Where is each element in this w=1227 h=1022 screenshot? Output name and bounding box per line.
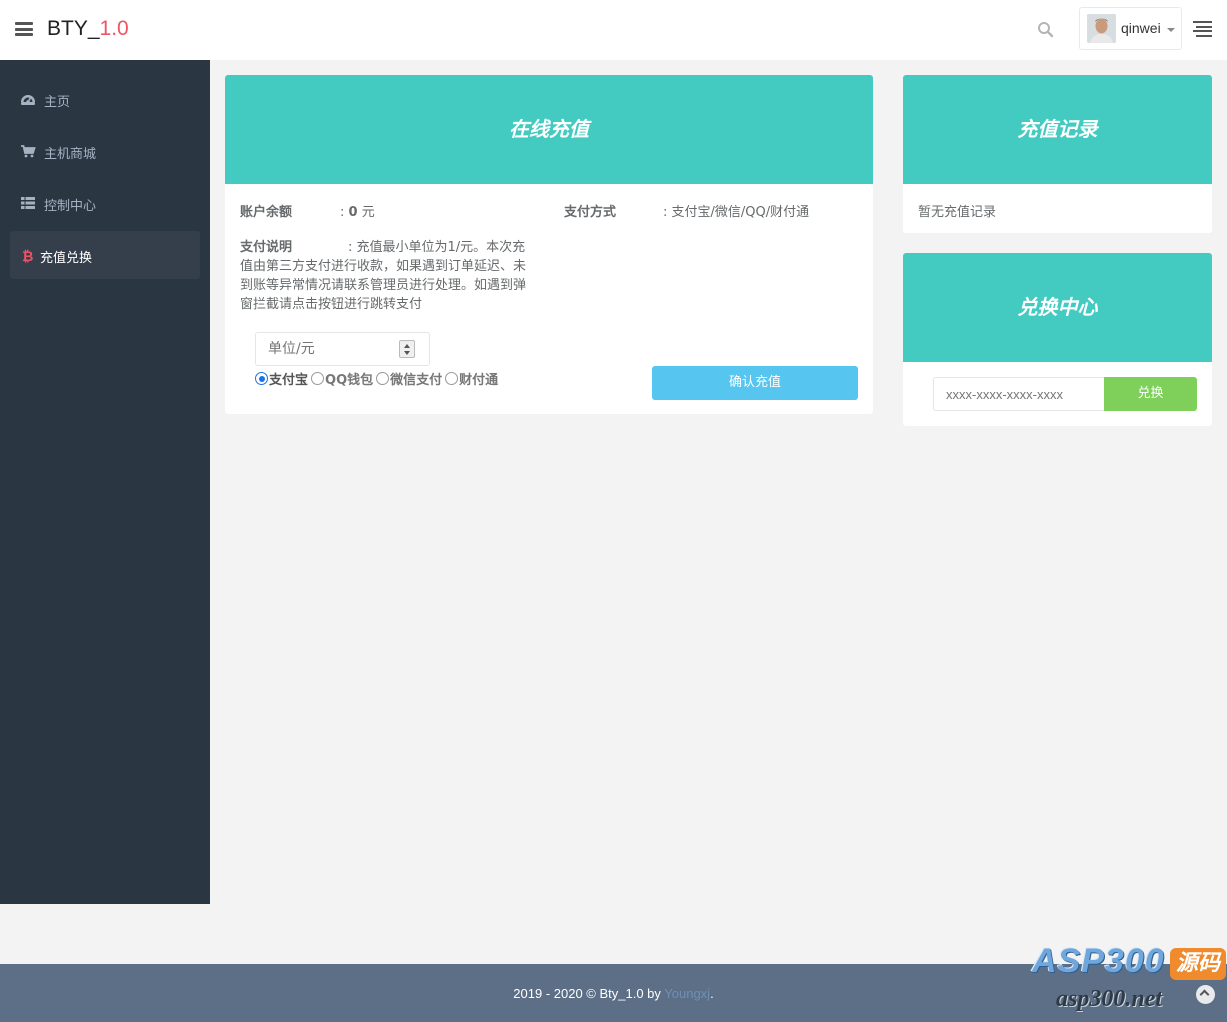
panel-title: 充值记录 xyxy=(903,75,1212,184)
balance-value: : 0 元 xyxy=(340,201,375,220)
dashboard-icon xyxy=(21,95,35,105)
sidebar-item-label: 控制中心 xyxy=(44,199,97,214)
pay-method-label: 支付方式 xyxy=(564,205,617,220)
exchange-code-input[interactable] xyxy=(933,377,1106,411)
bitcoin-icon: ₿ xyxy=(22,249,33,263)
user-name: qinwei xyxy=(1121,20,1161,36)
amount-stepper[interactable] xyxy=(399,340,415,358)
pay-method-value: : 支付宝/微信/QQ/财付通 xyxy=(663,205,810,220)
top-navbar: BTY_1.0 qinwei xyxy=(0,0,1227,60)
brand-version: 1.0 xyxy=(99,17,129,40)
empty-records-text: 暂无充值记录 xyxy=(918,205,997,220)
back-to-top-icon[interactable] xyxy=(1196,985,1215,1004)
menu-toggle-icon[interactable] xyxy=(15,22,33,36)
radio-wechat-pay[interactable] xyxy=(376,372,390,385)
avatar xyxy=(1087,14,1116,43)
chevron-down-icon xyxy=(1167,28,1175,32)
footer-author-link[interactable]: Youngxj xyxy=(664,986,710,1001)
brand-prefix: BTY_ xyxy=(47,17,100,40)
balance-prefix: : xyxy=(340,205,349,220)
search-icon[interactable] xyxy=(1037,21,1054,38)
sidebar-item-label: 主页 xyxy=(44,95,71,110)
panel-title: 在线充值 xyxy=(225,75,873,184)
sidebar: 主页 主机商城 控制中心 ₿ 充值兑换 xyxy=(0,60,210,904)
desc-label: 支付说明 xyxy=(240,240,293,255)
radio-label[interactable]: QQ钱包 xyxy=(325,369,373,388)
sidebar-item-shop[interactable]: 主机商城 xyxy=(10,127,200,175)
radio-label[interactable]: 微信支付 xyxy=(390,369,442,388)
radio-qq-wallet[interactable] xyxy=(311,372,325,385)
recharge-records-panel: 充值记录 暂无充值记录 xyxy=(903,75,1212,233)
exchange-button[interactable]: 兑换 xyxy=(1104,377,1197,411)
sidebar-item-control-center[interactable]: 控制中心 xyxy=(10,179,200,227)
exchange-center-panel: 兑换中心 兑换 xyxy=(903,253,1212,426)
user-avatar-icon xyxy=(1087,14,1116,43)
svg-text:₿: ₿ xyxy=(22,249,33,263)
watermark-bottom: asp300.net xyxy=(1056,986,1163,1012)
radio-tenpay[interactable] xyxy=(445,372,459,385)
right-sidebar-toggle-icon[interactable] xyxy=(1193,21,1212,37)
online-recharge-panel: 在线充值 账户余额 : 0 元 支付方式 : 支付宝/微信/QQ/财付通 支付说… xyxy=(225,75,873,414)
sidebar-item-recharge[interactable]: ₿ 充值兑换 xyxy=(10,231,200,279)
watermark-top: ASP300 xyxy=(1032,942,1165,980)
balance-amount: 0 xyxy=(348,205,358,220)
radio-label[interactable]: 支付宝 xyxy=(269,369,308,388)
balance-label: 账户余额 xyxy=(240,205,293,220)
footer-text-before: 2019 - 2020 © Bty_1.0 by xyxy=(513,986,665,1001)
radio-label[interactable]: 财付通 xyxy=(459,369,498,388)
payment-description: 支付说明: 充值最小单位为1/元。本次充值由第三方支付进行收款，如果遇到订单延迟… xyxy=(240,238,532,314)
sidebar-item-home[interactable]: 主页 xyxy=(10,75,200,123)
cart-icon xyxy=(21,145,36,158)
footer-text-after: . xyxy=(710,986,714,1001)
watermark-badge: 源码 xyxy=(1170,948,1226,980)
sidebar-item-label: 主机商城 xyxy=(44,147,97,162)
radio-alipay[interactable] xyxy=(255,372,268,385)
confirm-recharge-button[interactable]: 确认充值 xyxy=(652,366,858,400)
sidebar-item-label: 充值兑换 xyxy=(40,251,93,266)
grid-list-icon xyxy=(21,197,35,209)
balance-unit: 元 xyxy=(357,205,375,220)
user-menu[interactable]: qinwei xyxy=(1079,7,1182,50)
panel-title: 兑换中心 xyxy=(903,253,1212,362)
brand-title[interactable]: BTY_1.0 xyxy=(47,17,129,41)
payment-options: 支付宝 QQ钱包 微信支付 财付通 xyxy=(255,369,501,388)
watermark-logo: ASP300 源码 asp300.net xyxy=(1028,940,1227,1022)
